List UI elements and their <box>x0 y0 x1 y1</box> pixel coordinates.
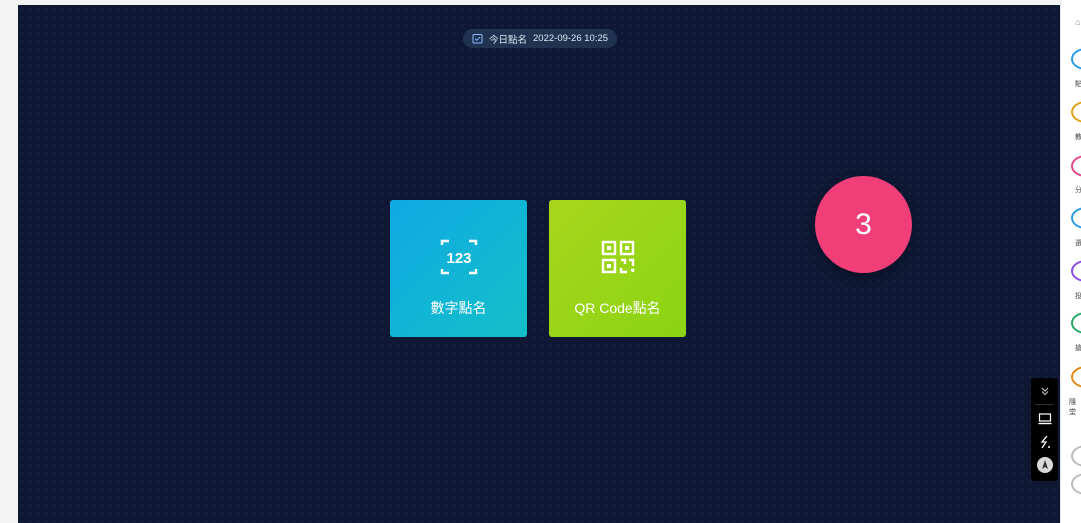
rail-user-icon[interactable] <box>1071 48 1081 70</box>
rail-extra-icon-2[interactable] <box>1071 473 1081 495</box>
rail-extra-icon[interactable] <box>1071 445 1081 467</box>
rail-label-4: 選 <box>1075 238 1081 248</box>
rail-label-6: 搶 <box>1075 343 1081 353</box>
rail-document-icon[interactable] <box>1071 101 1081 123</box>
rail-label-2: 教 <box>1075 132 1081 142</box>
rail-label-3: 分 <box>1075 185 1081 195</box>
rail-label-7: 隨堂 <box>1069 399 1076 416</box>
svg-text:123: 123 <box>446 250 471 267</box>
toolbar-divider <box>1035 404 1054 405</box>
rail-leaf-icon[interactable] <box>1071 312 1081 334</box>
digit-rollcall-label: 數字點名 <box>430 300 487 316</box>
calendar-check-icon <box>472 34 483 44</box>
right-tool-rail: ⌂ 點 教 分 選 投 搶 隨堂 <box>1060 0 1081 523</box>
rail-group-icon[interactable] <box>1071 207 1081 229</box>
rollcall-title: 今日點名 <box>489 34 528 46</box>
qr-rollcall-button[interactable]: QR Code點名 <box>549 200 686 337</box>
date-pill: 今日點名 2022-09-26 10:25 <box>463 29 618 48</box>
rail-label-1: 點 <box>1075 79 1081 89</box>
screen-icon[interactable] <box>1031 409 1058 429</box>
digit-rollcall-button[interactable]: 123 數字點名 <box>390 200 527 337</box>
rail-chart-icon[interactable] <box>1071 155 1081 177</box>
rail-label-5: 投 <box>1075 291 1081 301</box>
qr-rollcall-label: QR Code點名 <box>574 300 661 316</box>
rail-shape-icon[interactable] <box>1071 260 1081 282</box>
qr-code-icon <box>601 240 634 274</box>
pointer-icon[interactable] <box>1031 455 1058 475</box>
rollcall-datetime: 2022-09-26 10:25 <box>533 33 609 44</box>
floating-toolbar <box>1031 378 1058 481</box>
collapse-icon[interactable] <box>1031 381 1058 401</box>
rollcall-stage: 今日點名 2022-09-26 10:25 123 數字點名 QR Code點名… <box>18 5 1060 523</box>
step-badge: 3 <box>815 176 912 273</box>
rail-box-icon[interactable] <box>1071 366 1081 388</box>
home-icon[interactable]: ⌂ <box>1075 17 1080 27</box>
pen-icon[interactable] <box>1031 432 1058 452</box>
number-123-icon: 123 <box>440 239 477 275</box>
